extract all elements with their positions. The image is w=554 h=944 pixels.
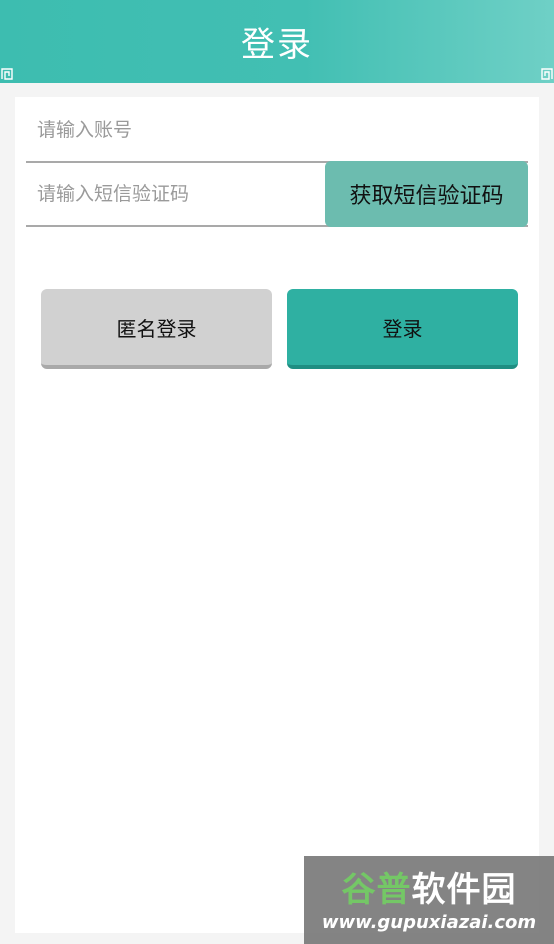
login-button[interactable]: 登录 <box>287 289 518 369</box>
sms-code-input[interactable] <box>26 163 324 225</box>
title-bar: 登录 <box>0 0 554 83</box>
account-input[interactable] <box>26 99 528 161</box>
account-row <box>26 99 528 163</box>
get-sms-code-button[interactable]: 获取短信验证码 <box>325 161 528 227</box>
corner-ornament-right-icon <box>541 68 553 80</box>
watermark: 谷普软件园 www.gupuxiazai.com <box>304 856 554 944</box>
corner-ornament-left-icon <box>1 68 13 80</box>
watermark-url: www.gupuxiazai.com <box>321 912 537 933</box>
anonymous-login-button[interactable]: 匿名登录 <box>41 289 272 369</box>
sms-code-row: 获取短信验证码 <box>26 161 528 227</box>
watermark-brand-part1: 谷普 <box>341 870 412 910</box>
watermark-brand-part2: 软件园 <box>411 870 517 910</box>
page-title: 登录 <box>241 25 313 65</box>
watermark-brand: 谷普软件园 <box>304 862 554 911</box>
login-form-card: 获取短信验证码 匿名登录 登录 <box>15 97 539 933</box>
